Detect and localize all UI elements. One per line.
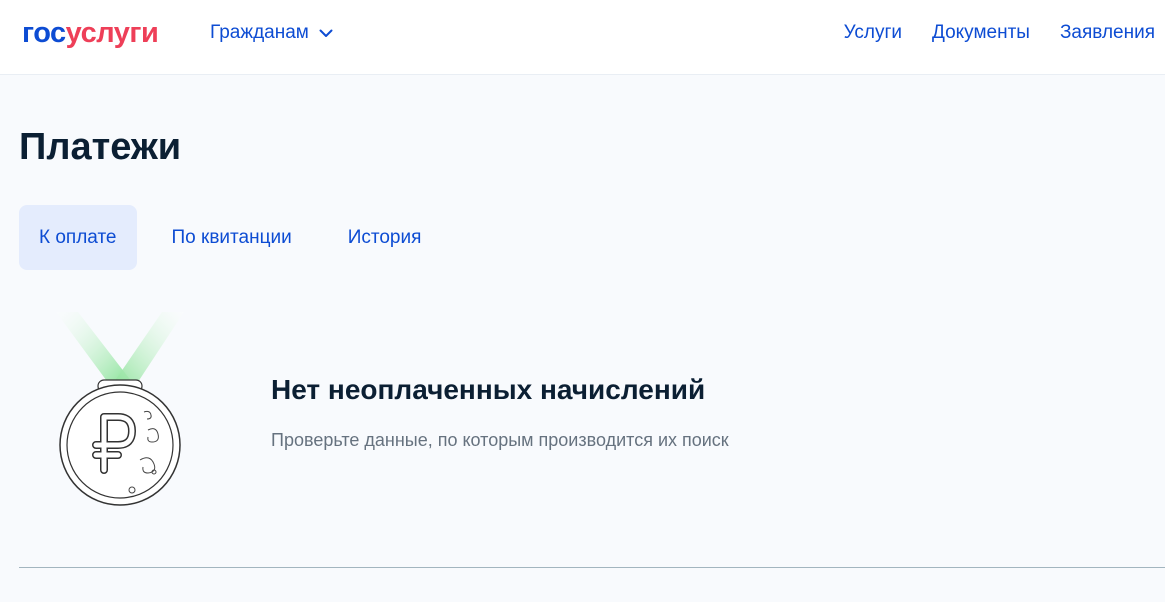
top-header: госуслуги Гражданам Услуги Документы Зая…: [0, 0, 1165, 75]
section-divider: [19, 567, 1165, 568]
nav-link-services[interactable]: Услуги: [844, 21, 902, 45]
ruble-medal-icon: [56, 312, 184, 506]
tab-by-receipt[interactable]: По квитанции: [152, 205, 312, 270]
chevron-down-icon: [319, 29, 333, 37]
gosuslugi-logo[interactable]: госуслуги: [22, 16, 159, 50]
role-menu-label: Гражданам: [210, 22, 309, 43]
logo-uslugi: услуги: [65, 17, 159, 49]
top-nav: Услуги Документы Заявления: [844, 21, 1155, 45]
logo-gos: гос: [22, 17, 66, 49]
tab-history[interactable]: История: [328, 205, 442, 270]
tab-to-pay[interactable]: К оплате: [19, 205, 137, 270]
role-menu-dropdown[interactable]: Гражданам: [210, 21, 333, 45]
empty-state-text: Проверьте данные, по которым производитс…: [271, 430, 729, 450]
page-title: Платежи: [19, 126, 182, 168]
nav-link-documents[interactable]: Документы: [932, 21, 1030, 45]
nav-link-applications[interactable]: Заявления: [1060, 21, 1155, 45]
empty-state-title: Нет неоплаченных начислений: [271, 374, 706, 405]
payment-tabs: К оплате По квитанции История: [19, 205, 441, 270]
